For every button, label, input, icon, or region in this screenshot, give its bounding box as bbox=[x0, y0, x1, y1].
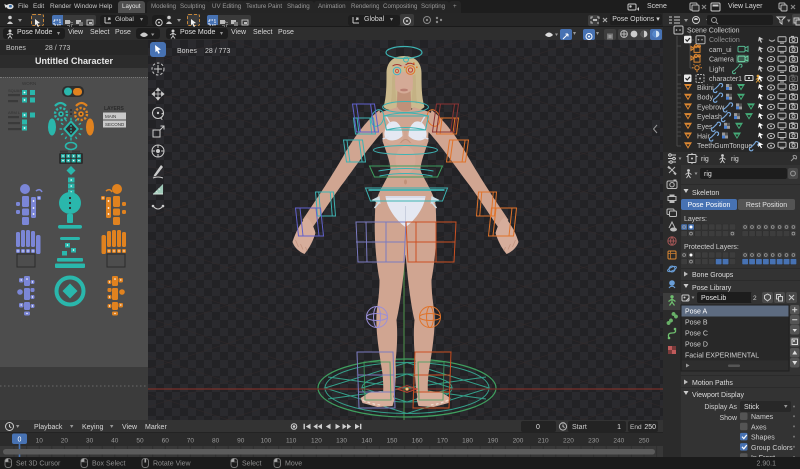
svg-text:Set 3D Cursor: Set 3D Cursor bbox=[16, 461, 61, 468]
svg-text:2: 2 bbox=[753, 295, 757, 302]
svg-text:Pose D: Pose D bbox=[685, 342, 708, 349]
svg-text:Hair: Hair bbox=[697, 134, 711, 141]
svg-text:MAIN: MAIN bbox=[105, 114, 116, 119]
svg-text:Eyes: Eyes bbox=[697, 124, 713, 131]
svg-text:Box Select: Box Select bbox=[92, 461, 126, 468]
svg-text:Light: Light bbox=[709, 66, 724, 73]
svg-text:Pose Library: Pose Library bbox=[692, 285, 732, 292]
svg-text:rig: rig bbox=[704, 171, 712, 178]
svg-text:LAYERS: LAYERS bbox=[104, 106, 124, 112]
svg-text:0: 0 bbox=[536, 424, 540, 431]
svg-text:Scene Collection: Scene Collection bbox=[687, 28, 740, 35]
svg-text:0: 0 bbox=[18, 437, 22, 444]
svg-text:Stick: Stick bbox=[744, 404, 760, 411]
svg-text:220: 220 bbox=[563, 438, 574, 445]
svg-text:PoseLib: PoseLib bbox=[701, 295, 726, 302]
svg-text:120: 120 bbox=[311, 438, 322, 445]
svg-text:140: 140 bbox=[361, 438, 372, 445]
svg-text:10: 10 bbox=[36, 438, 44, 445]
svg-text:Start: Start bbox=[572, 424, 587, 431]
svg-text:Protected Layers:: Protected Layers: bbox=[684, 244, 739, 251]
svg-text:20: 20 bbox=[61, 438, 69, 445]
svg-text:Group Colors: Group Colors bbox=[751, 445, 793, 452]
svg-text:Eyelash: Eyelash bbox=[697, 114, 722, 121]
svg-text:Collection: Collection bbox=[709, 37, 740, 44]
svg-text:Show: Show bbox=[719, 415, 737, 422]
svg-text:230: 230 bbox=[588, 438, 599, 445]
svg-text:190: 190 bbox=[487, 438, 498, 445]
svg-text:SECOND: SECOND bbox=[105, 122, 125, 127]
svg-text:Motion Paths: Motion Paths bbox=[692, 380, 733, 387]
svg-text:Pose A: Pose A bbox=[685, 309, 708, 316]
svg-text:View: View bbox=[122, 424, 138, 431]
svg-text:160: 160 bbox=[412, 438, 423, 445]
svg-text:90: 90 bbox=[237, 438, 245, 445]
svg-text:Pose Position: Pose Position bbox=[688, 202, 731, 209]
svg-text:Facial EXPERIMENTAL: Facial EXPERIMENTAL bbox=[685, 353, 759, 360]
svg-text:Camera: Camera bbox=[709, 57, 734, 64]
svg-text:80: 80 bbox=[212, 438, 220, 445]
svg-text:rig: rig bbox=[731, 156, 739, 163]
svg-text:Bone Groups: Bone Groups bbox=[692, 272, 734, 279]
svg-text:Shapes: Shapes bbox=[751, 435, 775, 442]
svg-text:180: 180 bbox=[462, 438, 473, 445]
svg-text:100: 100 bbox=[261, 438, 272, 445]
svg-text:170: 170 bbox=[437, 438, 448, 445]
svg-text:2.90.1: 2.90.1 bbox=[757, 461, 777, 468]
svg-text:40: 40 bbox=[111, 438, 119, 445]
svg-text:28 / 773: 28 / 773 bbox=[205, 48, 230, 55]
svg-text:cam_ui: cam_ui bbox=[709, 47, 732, 54]
svg-text:210: 210 bbox=[538, 438, 549, 445]
svg-text:WORN: WORN bbox=[22, 81, 36, 86]
svg-text:60: 60 bbox=[162, 438, 170, 445]
svg-text:Move: Move bbox=[285, 461, 302, 468]
svg-text:Bikini: Bikini bbox=[697, 85, 714, 92]
svg-text:Rotate View: Rotate View bbox=[153, 461, 192, 468]
svg-text:Playback: Playback bbox=[34, 424, 63, 431]
svg-text:Pose C: Pose C bbox=[685, 331, 708, 338]
svg-text:110: 110 bbox=[286, 438, 297, 445]
svg-text:240: 240 bbox=[613, 438, 624, 445]
svg-text:Layers:: Layers: bbox=[684, 216, 707, 223]
svg-text:Body: Body bbox=[697, 95, 713, 102]
svg-text:Axes: Axes bbox=[751, 424, 767, 431]
svg-text:Marker: Marker bbox=[145, 424, 167, 431]
svg-text:130: 130 bbox=[336, 438, 347, 445]
svg-text:250: 250 bbox=[639, 438, 650, 445]
svg-text:rig: rig bbox=[701, 156, 709, 163]
svg-text:Pose B: Pose B bbox=[685, 320, 708, 327]
svg-text:200: 200 bbox=[513, 438, 524, 445]
svg-text:Keying: Keying bbox=[82, 424, 104, 431]
svg-text:Eyebrow: Eyebrow bbox=[697, 104, 725, 111]
svg-text:ARM L: ARM L bbox=[8, 110, 21, 115]
svg-text:28 / 773: 28 / 773 bbox=[45, 45, 70, 52]
svg-text:character1: character1 bbox=[709, 76, 742, 83]
svg-text:Names: Names bbox=[751, 414, 774, 421]
svg-text:70: 70 bbox=[187, 438, 195, 445]
svg-text:TeethGumTongue: TeethGumTongue bbox=[697, 143, 752, 150]
svg-text:Select: Select bbox=[242, 461, 262, 468]
svg-text:Rest Position: Rest Position bbox=[746, 202, 787, 209]
svg-text:Bones: Bones bbox=[177, 48, 197, 55]
svg-text:Display As: Display As bbox=[704, 404, 737, 411]
svg-text:50: 50 bbox=[136, 438, 144, 445]
svg-text:End: End bbox=[630, 424, 642, 431]
svg-text:Viewport Display: Viewport Display bbox=[692, 392, 745, 399]
svg-text:Bones: Bones bbox=[6, 45, 26, 52]
svg-text:30: 30 bbox=[86, 438, 94, 445]
svg-text:1: 1 bbox=[617, 424, 621, 431]
svg-text:Skeleton: Skeleton bbox=[692, 190, 719, 197]
svg-text:250: 250 bbox=[644, 424, 656, 431]
svg-text:150: 150 bbox=[387, 438, 398, 445]
